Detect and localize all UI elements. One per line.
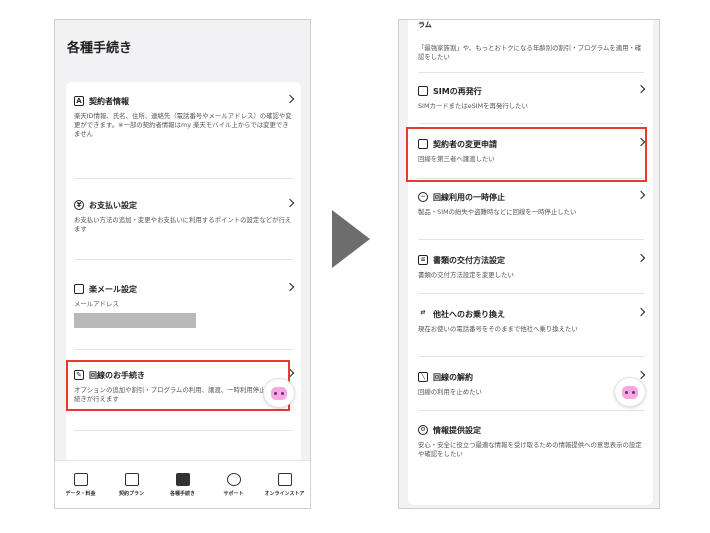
bottom-tab-bar: データ・料金 契約プラン 各種手続き サポート オンラインストア: [55, 460, 310, 508]
chevron-right-icon: [285, 94, 295, 104]
menu-item-sim-reissue[interactable]: SIMの再発行 SIMカードまたはeSIMを再発行したい: [418, 84, 646, 111]
line-procedures-card: ラム 「最強家族割」や、もっとおトクになる年齢別の割引・プログラムを適用・確認を…: [408, 20, 653, 505]
tab-data-fee[interactable]: データ・料金: [57, 472, 105, 497]
sim-icon: [418, 86, 428, 96]
menu-item-info-provision[interactable]: ⚙ 情報提供設定 安心・安全に役立つ最適な情報を受け取るための情報提供への意思表…: [418, 423, 644, 459]
chevron-right-icon: [636, 253, 646, 263]
menu-item-contractor-info[interactable]: A 契約者情報 楽天ID情報、氏名、住所、連絡先（電話番号やメールアドレス）の確…: [74, 94, 295, 139]
menu-item-desc: 安心・安全に役立つ最適な情報を受け取るための情報提供への意思表示の設定や確認をし…: [418, 441, 642, 458]
menu-item-label: 回線利用の一時停止: [433, 192, 505, 202]
cancel-icon: ╲: [418, 372, 428, 382]
divider: [418, 356, 644, 357]
plan-icon: [124, 472, 139, 486]
menu-item-desc: お支払い方法の追加・変更やお支払いに利用するポイントの設定などが行えます: [74, 216, 292, 233]
chevron-right-icon: [636, 190, 646, 200]
tab-online-store[interactable]: オンラインストア: [261, 472, 309, 497]
next-step-arrow: [332, 210, 370, 268]
tab-label: 契約プラン: [118, 490, 144, 497]
divider: [74, 259, 293, 260]
highlight-box: [406, 127, 647, 182]
robot-icon: [622, 385, 638, 399]
divider: [418, 239, 644, 240]
chevron-right-icon: [636, 307, 646, 317]
divider: [418, 410, 644, 411]
highlight-box: [66, 360, 290, 411]
account-card-icon: A: [74, 96, 84, 106]
tab-label: データ・料金: [65, 490, 96, 497]
menu-item-document-delivery[interactable]: ≡ 書類の交付方法設定 書類の交付方法設定を変更したい: [418, 253, 646, 280]
menu-item-payment-settings[interactable]: ¥ お支払い設定 お支払い方法の追加・変更やお支払いに利用するポイントの設定など…: [74, 198, 295, 234]
tab-procedures[interactable]: 各種手続き: [159, 472, 207, 497]
procedure-icon: [175, 472, 190, 486]
divider: [74, 178, 293, 179]
menu-item-label: 回線の解約: [433, 372, 473, 382]
page-title: 各種手続き: [67, 41, 133, 56]
gear-icon: ⚙: [418, 425, 428, 435]
document-icon: ≡: [418, 255, 428, 265]
store-icon: [277, 472, 292, 486]
yen-icon: ¥: [74, 200, 84, 210]
screen-line-procedures: ラム 「最強家族割」や、もっとおトクになる年齢別の割引・プログラムを適用・確認を…: [398, 19, 660, 509]
menu-item-desc: メールアドレス: [74, 300, 119, 308]
menu-item-label: 書類の交付方法設定: [433, 255, 505, 265]
chevron-right-icon: [285, 198, 295, 208]
fee-icon: [73, 472, 88, 486]
tab-label: 各種手続き: [169, 490, 195, 497]
divider: [418, 293, 644, 294]
divider: [418, 123, 644, 124]
divider: [74, 349, 293, 350]
divider: [74, 430, 293, 431]
menu-item-desc: 現在お使いの電話番号をそのままで他社へ乗り換えたい: [418, 325, 578, 333]
robot-icon: [271, 386, 287, 400]
menu-item-label: お支払い設定: [89, 200, 137, 210]
minus-circle-icon: −: [418, 192, 428, 202]
menu-item-desc: 製品・SIMの紛失や盗難時などに回線を一時停止したい: [418, 208, 577, 216]
chevron-right-icon: [636, 370, 646, 380]
menu-item-desc: 書類の交付方法設定を変更したい: [418, 271, 514, 279]
chevron-right-icon: [285, 282, 295, 292]
menu-item-carrier-transfer[interactable]: ⇄ 他社へのお乗り換え 現在お使いの電話番号をそのままで他社へ乗り換えたい: [418, 307, 646, 334]
masked-email-address: [74, 313, 196, 328]
transfer-icon: ⇄: [420, 309, 426, 316]
menu-item-desc: 「最強家族割」や、もっとおトクになる年齢別の割引・プログラムを適用・確認をしたい: [418, 44, 642, 61]
menu-item-mail-settings[interactable]: 楽メール設定 メールアドレス: [74, 282, 295, 328]
menu-item-label: 情報提供設定: [433, 425, 481, 435]
chatbot-button[interactable]: [614, 377, 646, 407]
menu-item-line-suspension[interactable]: − 回線利用の一時停止 製品・SIMの紛失や盗難時などに回線を一時停止したい: [418, 190, 646, 217]
divider: [418, 72, 644, 73]
menu-item-cancellation[interactable]: ╲ 回線の解約 回線の利用を止めたい: [418, 370, 646, 397]
chatbot-button[interactable]: [263, 378, 295, 408]
cut-off-heading: ラム: [418, 21, 432, 29]
menu-item-label: 楽メール設定: [89, 284, 137, 294]
mail-icon: [74, 284, 84, 294]
menu-item-desc: 楽天ID情報、氏名、住所、連絡先（電話番号やメールアドレス）の確認や変更ができま…: [74, 112, 292, 138]
tab-support[interactable]: サポート: [210, 472, 258, 497]
support-icon: [226, 472, 241, 486]
tab-contract-plan[interactable]: 契約プラン: [108, 472, 156, 497]
tab-label: サポート: [223, 490, 244, 497]
menu-item-label: 契約者情報: [89, 96, 129, 106]
menu-item-discount-program[interactable]: 「最強家族割」や、もっとおトクになる年齢別の割引・プログラムを適用・確認をしたい: [418, 40, 644, 62]
tab-label: オンラインストア: [264, 490, 305, 497]
menu-item-label: SIMの再発行: [433, 86, 482, 96]
chevron-right-icon: [636, 84, 646, 94]
menu-item-label: 他社へのお乗り換え: [433, 309, 505, 319]
menu-item-desc: 回線の利用を止めたい: [418, 388, 482, 396]
menu-item-desc: SIMカードまたはeSIMを再発行したい: [418, 102, 528, 110]
screen-procedures: 各種手続き A 契約者情報 楽天ID情報、氏名、住所、連絡先（電話番号やメールア…: [54, 19, 311, 509]
